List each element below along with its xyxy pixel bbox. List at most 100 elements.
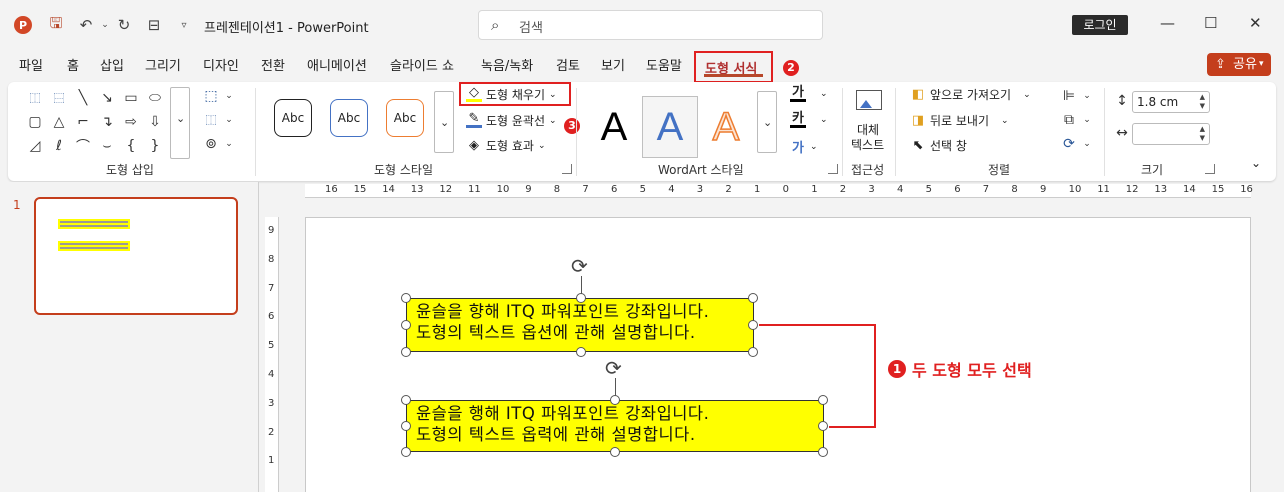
vertical-text-box-icon[interactable]: ⿱ <box>48 88 70 108</box>
search-input[interactable]: ⌕ 검색 <box>478 10 823 40</box>
resize-handle[interactable] <box>401 395 411 405</box>
wordart-style-blue[interactable]: A <box>642 96 698 158</box>
oval-icon[interactable]: ⬭ <box>144 88 166 108</box>
resize-handle[interactable] <box>610 395 620 405</box>
pane-divider[interactable] <box>258 182 259 492</box>
resize-handle[interactable] <box>576 347 586 357</box>
scribble-icon[interactable]: ℓ <box>48 136 70 156</box>
text-fill-button[interactable]: 가 ⌄ <box>790 86 828 102</box>
resize-handle[interactable] <box>401 421 411 431</box>
customize-toolbar-icon[interactable]: ▿ <box>174 15 194 35</box>
left-brace-icon[interactable]: { <box>120 136 142 156</box>
text-outline-button[interactable]: 카 ⌄ <box>790 112 828 128</box>
undo-icon[interactable]: ↶ <box>76 15 96 35</box>
login-button[interactable]: 로그인 <box>1072 15 1128 35</box>
resize-handle[interactable] <box>576 293 586 303</box>
dialog-launcher-icon[interactable] <box>828 164 838 174</box>
arc-icon[interactable]: ⌒ <box>72 136 94 156</box>
triangle-icon[interactable]: △ <box>48 112 70 132</box>
tab-view[interactable]: 보기 <box>601 55 625 74</box>
rotate-dropdown-icon[interactable]: ⌄ <box>1076 134 1098 154</box>
shape-style-orange[interactable]: Abc <box>386 99 424 137</box>
minimize-icon[interactable]: — <box>1160 14 1175 32</box>
shape-width-input[interactable]: ▲ ▼ <box>1132 123 1210 145</box>
tab-transitions[interactable]: 전환 <box>261 55 285 74</box>
text-shape-1[interactable]: 윤슬을 향해 ITQ 파워포인트 강좌입니다. 도형의 텍스트 옵션에 관해 설… <box>406 298 754 352</box>
resize-handle[interactable] <box>610 447 620 457</box>
rectangle-icon[interactable]: ▭ <box>120 88 142 108</box>
alt-text-label-line2[interactable]: 텍스트 <box>851 136 884 153</box>
redo-icon[interactable]: ↻ <box>114 15 134 35</box>
shape-styles-more-button[interactable] <box>434 91 454 153</box>
wordart-more-button[interactable] <box>757 91 777 153</box>
shape-outline-button[interactable]: ✎ 도형 윤곽선 ⌄ <box>466 112 557 129</box>
wordart-style-orange-outline[interactable]: A <box>698 96 754 158</box>
tab-home[interactable]: 홈 <box>67 55 79 74</box>
tab-file[interactable]: 파일 <box>19 55 43 74</box>
tab-shape-format[interactable]: 도형 서식 <box>694 51 773 83</box>
resize-handle[interactable] <box>401 447 411 457</box>
slide-thumbnail[interactable] <box>34 197 238 315</box>
tab-draw[interactable]: 그리기 <box>145 55 181 74</box>
save-icon[interactable]: 🖫 <box>46 14 66 35</box>
resize-handle[interactable] <box>818 447 828 457</box>
elbow-arrow-connector-icon[interactable]: ↴ <box>96 112 118 132</box>
resize-handle[interactable] <box>748 293 758 303</box>
rotate-handle-icon[interactable]: ⟳ <box>605 358 622 378</box>
present-from-beginning-icon[interactable]: ⊟ <box>144 15 164 35</box>
rounded-rectangle-icon[interactable]: ▢ <box>24 112 46 132</box>
resize-handle[interactable] <box>818 421 828 431</box>
tab-slideshow[interactable]: 슬라이드 쇼 <box>390 55 454 74</box>
arrow-line-icon[interactable]: ↘ <box>96 88 118 108</box>
wordart-style-black[interactable]: A <box>586 96 642 158</box>
curve-icon[interactable]: ⌣ <box>96 136 118 156</box>
tab-design[interactable]: 디자인 <box>203 55 239 74</box>
shape-style-black[interactable]: Abc <box>274 99 312 137</box>
tab-review[interactable]: 검토 <box>556 55 580 74</box>
shape-fill-button[interactable]: ◇ 도형 채우기 ⌄ <box>466 86 557 103</box>
step-badge-1: 1 <box>888 360 906 378</box>
edit-shape-dropdown-icon[interactable]: ⌄ <box>218 86 240 106</box>
group-dropdown-icon[interactable]: ⌄ <box>1076 110 1098 130</box>
text-box-dropdown-icon[interactable]: ⌄ <box>218 110 240 130</box>
resize-handle[interactable] <box>401 293 411 303</box>
shape-height-input[interactable]: 1.8 cm ▲ ▼ <box>1132 91 1210 113</box>
right-arrow-icon[interactable]: ⇨ <box>120 112 142 132</box>
collapse-ribbon-icon[interactable]: ⌄ <box>1251 156 1261 170</box>
merge-shapes-dropdown-icon[interactable]: ⌄ <box>218 134 240 154</box>
text-effects-button[interactable]: 가 ⌄ <box>790 137 818 156</box>
rotate-handle-icon[interactable]: ⟳ <box>571 256 588 276</box>
text-box-icon[interactable]: ⿰ <box>24 88 46 108</box>
right-brace-icon[interactable]: } <box>144 136 166 156</box>
shape-style-blue[interactable]: Abc <box>330 99 368 137</box>
resize-handle[interactable] <box>748 320 758 330</box>
resize-handle[interactable] <box>401 320 411 330</box>
down-arrow-icon[interactable]: ⇩ <box>144 112 166 132</box>
resize-handle[interactable] <box>748 347 758 357</box>
dialog-launcher-icon[interactable] <box>1205 164 1215 174</box>
spinner-icon[interactable]: ▲ ▼ <box>1200 93 1205 111</box>
align-dropdown-icon[interactable]: ⌄ <box>1076 86 1098 106</box>
tab-insert[interactable]: 삽입 <box>100 55 124 74</box>
spinner-icon[interactable]: ▲ ▼ <box>1200 125 1205 143</box>
share-button[interactable]: ⇪ 공유 ▾ <box>1207 53 1271 76</box>
tab-animations[interactable]: 애니메이션 <box>307 55 367 74</box>
shape-effects-button[interactable]: ◈ 도형 효과 ⌄ <box>466 137 546 154</box>
tab-record[interactable]: 녹음/녹화 <box>481 55 533 74</box>
line-icon[interactable]: ╲ <box>72 88 94 108</box>
send-backward-button[interactable]: ◨ 뒤로 보내기 ⌄ <box>910 112 1009 129</box>
close-icon[interactable]: ✕ <box>1249 14 1262 32</box>
text-shape-2[interactable]: 윤슬을 행해 ITQ 파워포인트 강좌입니다. 도형의 텍스트 옵력에 관해 설… <box>406 400 824 452</box>
maximize-icon[interactable]: ☐ <box>1204 14 1217 32</box>
tab-help[interactable]: 도움말 <box>646 55 682 74</box>
dialog-launcher-icon[interactable] <box>562 164 572 174</box>
freeform-icon[interactable]: ◿ <box>24 136 46 156</box>
resize-handle[interactable] <box>401 347 411 357</box>
resize-handle[interactable] <box>818 395 828 405</box>
bring-forward-button[interactable]: ◧ 앞으로 가져오기 ⌄ <box>910 86 1031 103</box>
alt-text-icon[interactable] <box>854 88 884 116</box>
undo-dropdown-icon[interactable]: ⌄ <box>95 15 115 35</box>
elbow-connector-icon[interactable]: ⌐ <box>72 112 94 132</box>
shapes-gallery-more-button[interactable] <box>170 87 190 159</box>
selection-pane-button[interactable]: ⬉ 선택 창 <box>910 137 967 154</box>
